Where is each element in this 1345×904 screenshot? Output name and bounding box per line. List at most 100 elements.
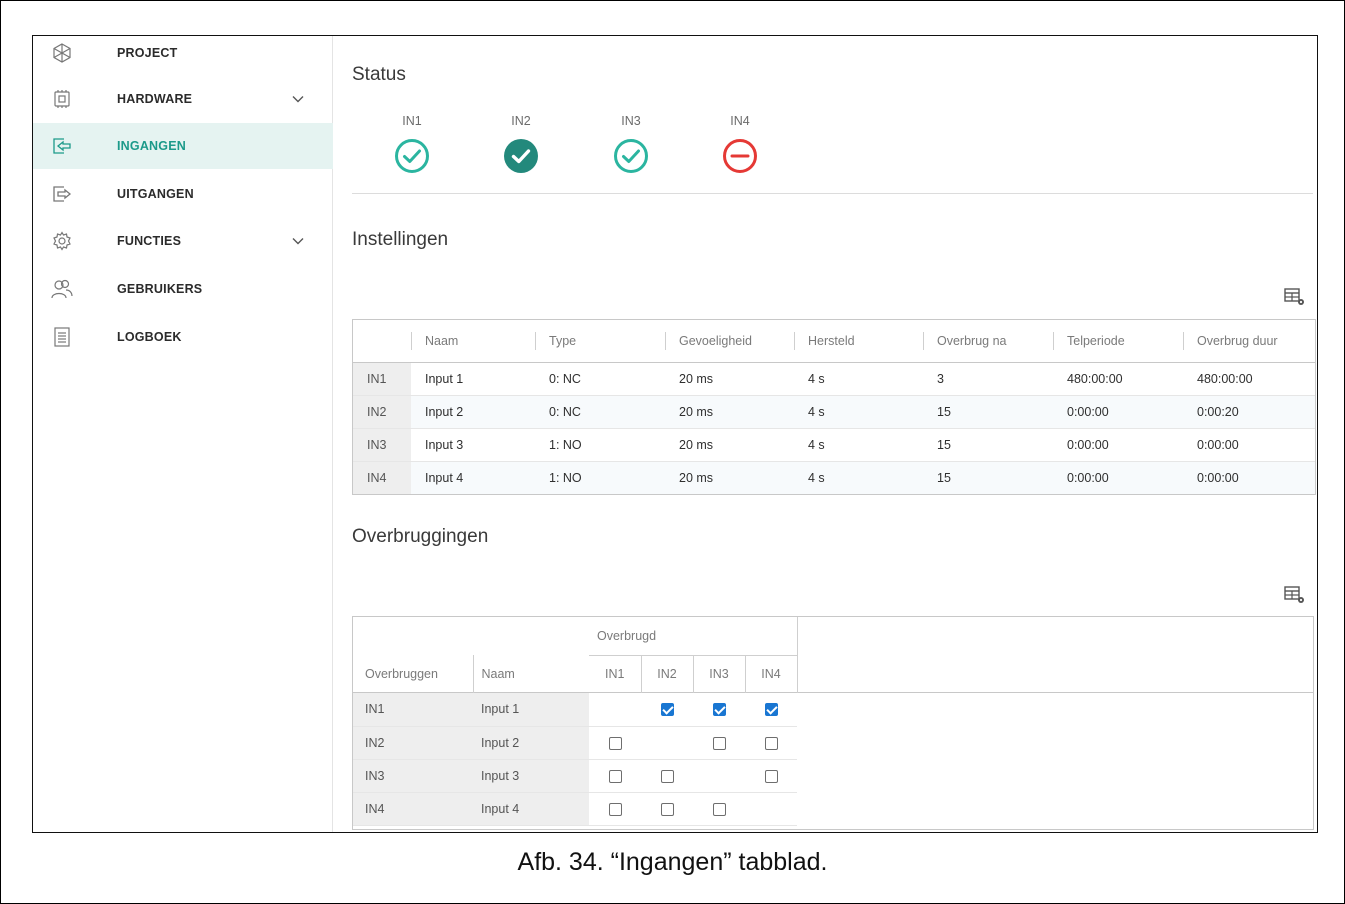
checkbox-unchecked[interactable]	[608, 802, 622, 816]
cell-telperiode[interactable]: 0:00:00	[1053, 395, 1183, 429]
column-header[interactable]: Naam	[411, 320, 535, 363]
checkbox-cell[interactable]	[745, 726, 797, 760]
cell-hersteld[interactable]: 4 s	[794, 362, 923, 396]
column-header[interactable]: Overbrug na	[923, 320, 1053, 363]
checkbox-cell[interactable]	[589, 726, 641, 760]
column-header[interactable]	[353, 320, 411, 363]
group-header: Overbrugd	[589, 617, 798, 656]
checkbox-cell[interactable]	[641, 693, 693, 727]
cell-gevoeligheid[interactable]: 20 ms	[665, 395, 794, 429]
sidebar-item-ingangen[interactable]: INGANGEN	[33, 123, 333, 169]
cell-type[interactable]: 0: NC	[535, 362, 665, 396]
table-row[interactable]: IN1 Input 1 0: NC 20 ms 4 s 3 480:00:00 …	[353, 362, 1315, 396]
checkbox-unchecked[interactable]	[764, 736, 778, 750]
column-header[interactable]: IN4	[744, 655, 798, 693]
app-window: PROJECT HARDWARE INGANGEN UITGANGEN FUNC…	[32, 35, 1318, 833]
output-icon	[51, 183, 73, 205]
cell-type[interactable]: 0: NC	[535, 395, 665, 429]
chevron-down-icon[interactable]	[291, 92, 305, 106]
column-header[interactable]: Hersteld	[794, 320, 923, 363]
cell-overbrug-duur[interactable]: 0:00:20	[1183, 395, 1315, 429]
sidebar-item-gebruikers[interactable]: GEBRUIKERS	[33, 266, 333, 312]
check-outline-icon	[614, 139, 648, 173]
checkbox-unchecked[interactable]	[608, 769, 622, 783]
table-header-row: Naam Type Gevoeligheid Hersteld Overbrug…	[353, 320, 1315, 363]
status-title: Status	[352, 64, 406, 85]
cell-overbrug-duur[interactable]: 0:00:00	[1183, 428, 1315, 462]
checkbox-cell[interactable]	[641, 759, 693, 793]
cell-type[interactable]: 1: NO	[535, 428, 665, 462]
cell-overbrug-na[interactable]: 15	[923, 395, 1053, 429]
column-header[interactable]: Overbruggen	[353, 655, 473, 693]
cell-naam[interactable]: Input 1	[411, 362, 535, 396]
checkbox-cell[interactable]	[693, 693, 745, 727]
sidebar-item-project[interactable]: PROJECT	[33, 36, 333, 76]
cell-overbrug-na[interactable]: 15	[923, 428, 1053, 462]
sidebar-item-uitgangen[interactable]: UITGANGEN	[33, 171, 333, 217]
sidebar-item-label: LOGBOEK	[117, 330, 182, 344]
sidebar-item-functies[interactable]: FUNCTIES	[33, 218, 333, 264]
chevron-down-icon[interactable]	[291, 234, 305, 248]
cell-naam[interactable]: Input 3	[411, 428, 535, 462]
cell-telperiode[interactable]: 0:00:00	[1053, 461, 1183, 494]
checkbox-cell[interactable]	[589, 792, 641, 826]
row-name: Input 2	[473, 726, 589, 760]
table-row: IN2 Input 2	[353, 726, 797, 760]
checkbox-cell[interactable]	[693, 792, 745, 826]
cell-overbrug-duur[interactable]: 0:00:00	[1183, 461, 1315, 494]
settings-table-container: Naam Type Gevoeligheid Hersteld Overbrug…	[352, 319, 1316, 495]
gear-icon	[51, 230, 73, 252]
checkbox-cell[interactable]	[641, 792, 693, 826]
checkbox-unchecked[interactable]	[660, 769, 674, 783]
column-header[interactable]: IN3	[692, 655, 745, 693]
column-header[interactable]: Naam	[472, 655, 589, 693]
cell-naam[interactable]: Input 2	[411, 395, 535, 429]
log-icon	[51, 326, 73, 348]
cell-telperiode[interactable]: 480:00:00	[1053, 362, 1183, 396]
cell-type[interactable]: 1: NO	[535, 461, 665, 494]
cell-telperiode[interactable]: 0:00:00	[1053, 428, 1183, 462]
cell-hersteld[interactable]: 4 s	[794, 395, 923, 429]
cell-overbrug-na[interactable]: 3	[923, 362, 1053, 396]
checkbox-checked[interactable]	[660, 703, 674, 717]
table-settings-icon[interactable]	[1284, 585, 1306, 605]
table-row[interactable]: IN2 Input 2 0: NC 20 ms 4 s 15 0:00:00 0…	[353, 395, 1315, 429]
row-id: IN4	[353, 461, 411, 494]
checkbox-unchecked[interactable]	[712, 736, 726, 750]
sidebar-item-logboek[interactable]: LOGBOEK	[33, 314, 333, 360]
checkbox-cell[interactable]	[745, 693, 797, 727]
checkbox-cell[interactable]	[693, 726, 745, 760]
row-id: IN3	[353, 759, 473, 793]
checkbox-cell[interactable]	[589, 759, 641, 793]
checkbox-unchecked[interactable]	[660, 802, 674, 816]
checkbox-cell[interactable]	[745, 759, 797, 793]
table-settings-icon[interactable]	[1284, 287, 1306, 307]
cell-hersteld[interactable]: 4 s	[794, 428, 923, 462]
checkbox-unchecked[interactable]	[712, 802, 726, 816]
cell-overbrug-duur[interactable]: 480:00:00	[1183, 362, 1315, 396]
sidebar-item-hardware[interactable]: HARDWARE	[33, 76, 333, 122]
cell-gevoeligheid[interactable]: 20 ms	[665, 461, 794, 494]
column-header[interactable]: Type	[535, 320, 665, 363]
cell-gevoeligheid[interactable]: 20 ms	[665, 362, 794, 396]
main-content: Status IN1 IN2 IN3 IN4 Instellingen Naam…	[334, 36, 1317, 832]
column-header[interactable]: Overbrug duur	[1183, 320, 1315, 363]
column-header[interactable]: Gevoeligheid	[665, 320, 794, 363]
column-header[interactable]: Telperiode	[1053, 320, 1183, 363]
column-header[interactable]: IN1	[589, 655, 641, 693]
checkbox-checked[interactable]	[764, 703, 778, 717]
cell-hersteld[interactable]: 4 s	[794, 461, 923, 494]
cell-overbrug-na[interactable]: 15	[923, 461, 1053, 494]
table-row[interactable]: IN3 Input 3 1: NO 20 ms 4 s 15 0:00:00 0…	[353, 428, 1315, 462]
checkbox-checked[interactable]	[712, 703, 726, 717]
sidebar: PROJECT HARDWARE INGANGEN UITGANGEN FUNC…	[33, 36, 333, 832]
cell-naam[interactable]: Input 4	[411, 461, 535, 494]
sidebar-item-label: UITGANGEN	[117, 187, 194, 201]
row-name: Input 4	[473, 792, 589, 826]
column-header[interactable]: IN2	[640, 655, 693, 693]
status-in1: IN1	[382, 114, 442, 174]
checkbox-unchecked[interactable]	[608, 736, 622, 750]
checkbox-unchecked[interactable]	[764, 769, 778, 783]
table-row[interactable]: IN4 Input 4 1: NO 20 ms 4 s 15 0:00:00 0…	[353, 461, 1315, 494]
cell-gevoeligheid[interactable]: 20 ms	[665, 428, 794, 462]
